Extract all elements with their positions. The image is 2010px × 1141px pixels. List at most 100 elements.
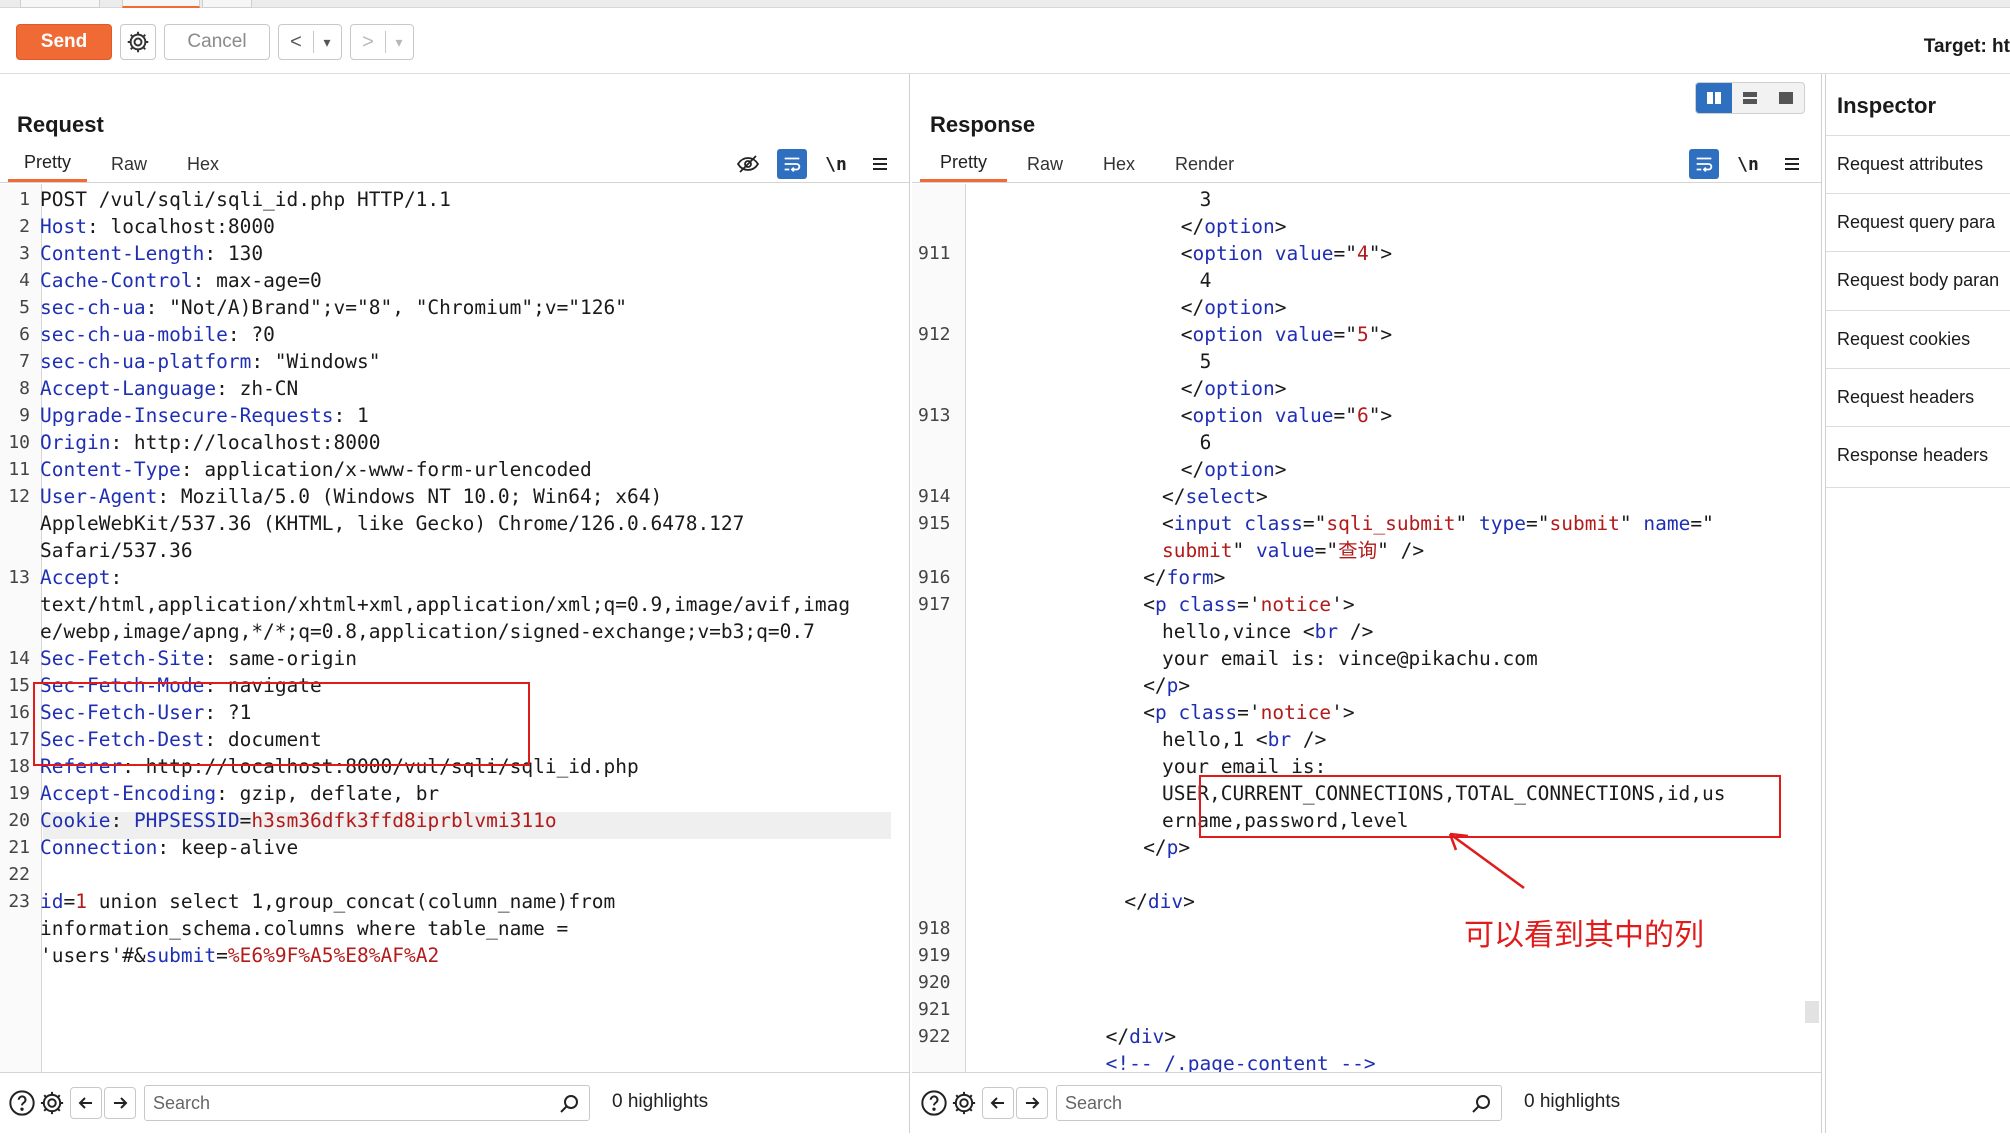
target-label[interactable]: Target: ht: [1924, 36, 2010, 58]
word-wrap-toggle[interactable]: [1689, 149, 1719, 179]
code-text: Sec-Fetch-Site: same-origin: [40, 645, 357, 672]
code-text: </form>: [1143, 564, 1225, 591]
code-line: 914 </select>: [912, 483, 1821, 510]
previous-match-button[interactable]: [982, 1087, 1014, 1119]
code-text: <p class='notice'>: [1143, 699, 1354, 726]
inspector-response-headers[interactable]: Response headers: [1826, 426, 2010, 484]
code-text: User-Agent: Mozilla/5.0 (Windows NT 10.0…: [40, 483, 662, 510]
code-text: <p class='notice'>: [1143, 591, 1354, 618]
line-number: 915: [918, 513, 951, 534]
show-newlines-toggle[interactable]: \n: [821, 149, 851, 179]
response-search-input[interactable]: [1065, 1090, 1465, 1116]
tab-render[interactable]: Render: [1155, 146, 1254, 182]
search-settings-button[interactable]: [36, 1087, 68, 1119]
response-footer: 0 highlights: [912, 1072, 1821, 1133]
code-token: Origin: [40, 431, 111, 454]
send-button[interactable]: Send: [16, 24, 112, 60]
tab-underline: [912, 182, 1821, 183]
forward-arrow-icon[interactable]: >: [351, 25, 385, 59]
forward-dropdown-icon[interactable]: ▾: [386, 25, 412, 59]
code-text: Connection: keep-alive: [40, 834, 298, 861]
inspector-request-attributes[interactable]: Request attributes: [1826, 135, 2010, 193]
next-match-button[interactable]: [1016, 1087, 1048, 1119]
divider: [1826, 487, 2010, 488]
code-line: information_schema.columns where table_n…: [0, 915, 909, 942]
gear-icon: [127, 31, 149, 53]
word-wrap-toggle[interactable]: [777, 149, 807, 179]
code-token: ">: [1368, 404, 1393, 427]
code-token: '>: [1331, 701, 1355, 724]
request-search-input[interactable]: [153, 1090, 553, 1116]
line-number: 21: [8, 837, 30, 858]
code-line: </option>: [912, 294, 1821, 321]
tab-hex[interactable]: Hex: [171, 146, 235, 182]
help-button[interactable]: [6, 1087, 38, 1119]
back-dropdown-icon[interactable]: ▾: [314, 25, 340, 59]
code-token: p: [1166, 674, 1179, 697]
code-token: </: [1143, 566, 1167, 589]
back-nav-group[interactable]: < ▾: [278, 24, 342, 60]
code-token: 1: [75, 890, 87, 913]
code-token: : application/x-www-form-urlencoded: [180, 458, 592, 481]
code-line: <p class='notice'>: [912, 699, 1821, 726]
response-search-box[interactable]: [1056, 1085, 1502, 1121]
previous-match-button[interactable]: [70, 1087, 102, 1119]
tab-raw[interactable]: Raw: [1007, 146, 1083, 182]
tab-hex[interactable]: Hex: [1083, 146, 1155, 182]
search-settings-button[interactable]: [948, 1087, 980, 1119]
inspector-request-body-params[interactable]: Request body paran: [1826, 251, 2010, 309]
cancel-button[interactable]: Cancel: [164, 24, 270, 60]
repeater-tab[interactable]: [20, 0, 100, 8]
show-newlines-toggle[interactable]: \n: [1733, 149, 1763, 179]
code-token: option: [1192, 242, 1263, 265]
layout-columns-button[interactable]: [1696, 83, 1732, 113]
request-editor-tools: \n: [733, 146, 895, 182]
code-token: 6: [1356, 404, 1369, 427]
code-token: hello,1 <: [1162, 728, 1268, 751]
code-line: 1 POST /vul/sqli/sqli_id.php HTTP/1.1: [0, 186, 909, 213]
code-line: 911 <option value="4">: [912, 240, 1821, 267]
code-token: submit: [1162, 539, 1233, 562]
repeater-tab[interactable]: [202, 0, 252, 8]
code-line: 10 Origin: http://localhost:8000: [0, 429, 909, 456]
code-line: 14 Sec-Fetch-Site: same-origin: [0, 645, 909, 672]
code-line: 912 <option value="5">: [912, 321, 1821, 348]
code-text: id=1 union select 1,group_concat(column_…: [40, 888, 615, 915]
editor-menu-button[interactable]: [1777, 149, 1807, 179]
help-button[interactable]: [918, 1087, 950, 1119]
back-arrow-icon[interactable]: <: [279, 25, 313, 59]
line-number: 12: [8, 486, 30, 507]
code-token: AppleWebKit/537.36 (KHTML, like Gecko) C…: [40, 512, 745, 535]
code-token: Connection: [40, 836, 158, 859]
request-search-box[interactable]: [144, 1085, 590, 1121]
code-token: your email is: vince@pikachu.com: [1162, 647, 1538, 670]
inspector-request-query-params[interactable]: Request query para: [1826, 193, 2010, 251]
request-editor[interactable]: 1 POST /vul/sqli/sqli_id.php HTTP/1.1 2 Hos…: [0, 184, 909, 1072]
tab-pretty[interactable]: Pretty: [8, 146, 88, 182]
wrap-lines-icon: [784, 157, 801, 172]
forward-nav-group[interactable]: > ▾: [350, 24, 414, 60]
hide-nonprintable-toggle[interactable]: [733, 149, 763, 179]
tab-raw[interactable]: Raw: [87, 146, 171, 182]
code-token: option: [1204, 215, 1275, 238]
layout-rows-button[interactable]: [1732, 83, 1768, 113]
layout-tabs-button[interactable]: [1768, 83, 1804, 113]
code-line: 9 Upgrade-Insecure-Requests: 1: [0, 402, 909, 429]
code-token: p: [1154, 593, 1167, 616]
editor-menu-button[interactable]: [865, 149, 895, 179]
next-match-button[interactable]: [104, 1087, 136, 1119]
tab-pretty[interactable]: Pretty: [920, 146, 1008, 182]
repeater-tab-active[interactable]: [122, 0, 200, 8]
code-text: e/webp,image/apng,*/*;q=0.8,application/…: [40, 618, 815, 645]
inspector-request-cookies[interactable]: Request cookies: [1826, 310, 2010, 368]
code-token: p: [1166, 836, 1179, 859]
code-text: </option>: [1181, 213, 1287, 240]
code-text: Accept:: [40, 564, 122, 591]
line-number: 11: [8, 459, 30, 480]
code-token: =": [1302, 512, 1327, 535]
inspector-request-headers[interactable]: Request headers: [1826, 368, 2010, 426]
settings-button[interactable]: [120, 24, 156, 60]
